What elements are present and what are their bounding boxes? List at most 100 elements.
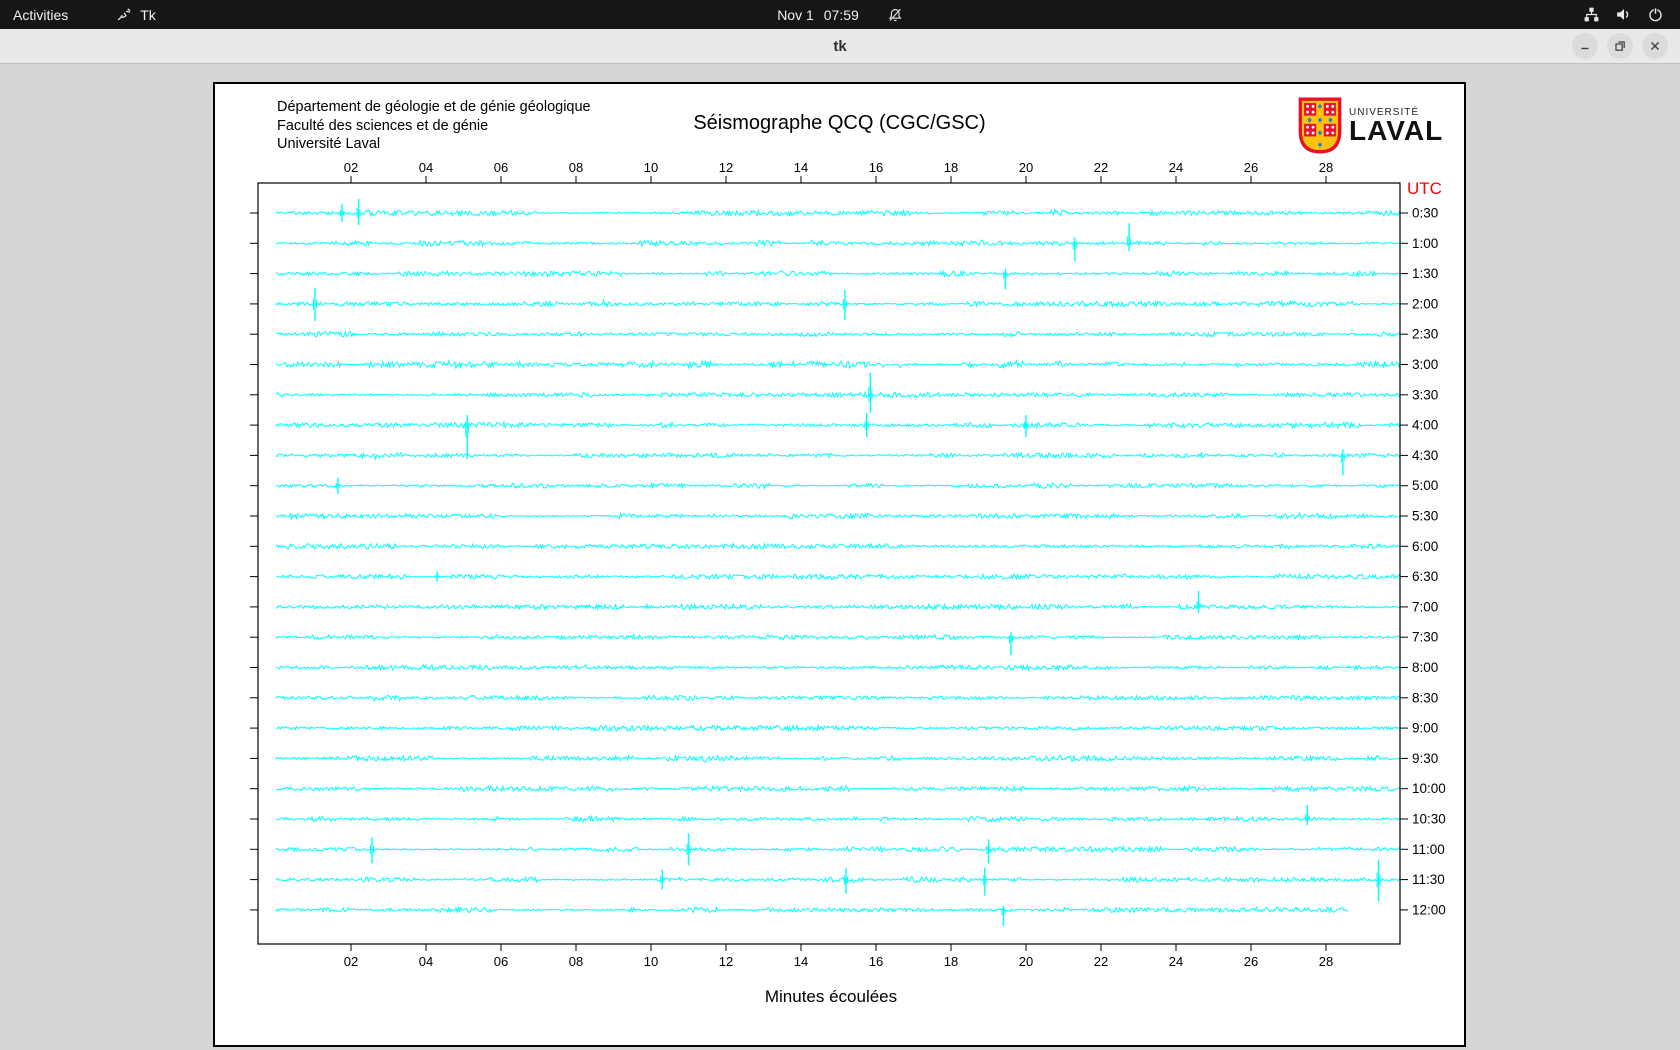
seismograph-canvas: Département de géologie et de génie géol… xyxy=(213,82,1466,1047)
trace-row-2:30 xyxy=(276,332,1400,337)
svg-text:10:30: 10:30 xyxy=(1412,812,1446,827)
svg-text:6:00: 6:00 xyxy=(1412,539,1438,554)
svg-text:06: 06 xyxy=(494,160,508,175)
svg-text:5:30: 5:30 xyxy=(1412,509,1438,524)
trace-row-8:30 xyxy=(276,695,1400,701)
svg-text:2:30: 2:30 xyxy=(1412,327,1438,342)
svg-text:04: 04 xyxy=(419,160,433,175)
trace-row-9:30 xyxy=(276,756,1400,763)
gnome-top-bar: Activities Tk Nov 1 07:59 xyxy=(0,0,1680,29)
close-button[interactable] xyxy=(1642,33,1668,59)
svg-text:11:30: 11:30 xyxy=(1412,872,1445,887)
trace-row-8:00 xyxy=(276,665,1400,670)
svg-text:9:00: 9:00 xyxy=(1412,721,1438,736)
svg-text:9:30: 9:30 xyxy=(1412,751,1438,766)
svg-text:12: 12 xyxy=(719,160,733,175)
helicorder-plot: 02 04 06 08 10 12 14 16 18 20 22 24 26 28 02 04 06 08 10 12… xyxy=(215,84,1464,1045)
trace-row-10:00 xyxy=(276,786,1400,791)
trace-row-4:30 xyxy=(276,449,1400,475)
trace-row-6:00 xyxy=(276,544,1400,549)
svg-text:28: 28 xyxy=(1319,160,1333,175)
svg-text:1:30: 1:30 xyxy=(1412,266,1438,281)
svg-text:18: 18 xyxy=(944,954,958,969)
svg-text:20: 20 xyxy=(1019,160,1033,175)
svg-text:22: 22 xyxy=(1094,160,1108,175)
x-axis-top: 02 04 06 08 10 12 14 16 18 20 22 24 26 28 xyxy=(344,160,1333,183)
trace-row-2:00 xyxy=(276,288,1400,321)
trace-row-10:30 xyxy=(276,805,1400,825)
trace-rows xyxy=(276,199,1400,926)
trace-row-0:30 xyxy=(276,199,1400,225)
window-titlebar[interactable]: tk xyxy=(0,29,1680,64)
svg-text:16: 16 xyxy=(869,160,883,175)
activities-button[interactable]: Activities xyxy=(0,0,81,29)
svg-text:0:30: 0:30 xyxy=(1412,206,1438,221)
svg-text:20: 20 xyxy=(1019,954,1033,969)
svg-text:24: 24 xyxy=(1169,160,1183,175)
svg-text:3:00: 3:00 xyxy=(1412,357,1438,372)
svg-text:22: 22 xyxy=(1094,954,1108,969)
trace-row-6:30 xyxy=(276,572,1400,582)
svg-text:02: 02 xyxy=(344,954,358,969)
trace-row-11:30 xyxy=(276,860,1400,902)
svg-text:7:00: 7:00 xyxy=(1412,599,1438,614)
svg-text:12:00: 12:00 xyxy=(1412,902,1446,917)
trace-row-1:30 xyxy=(276,269,1400,290)
trace-row-12:00 xyxy=(276,906,1348,926)
svg-text:8:00: 8:00 xyxy=(1412,660,1438,675)
svg-text:14: 14 xyxy=(794,954,808,969)
svg-text:3:30: 3:30 xyxy=(1412,387,1438,402)
clock-time: 07:59 xyxy=(824,7,859,23)
svg-text:7:30: 7:30 xyxy=(1412,630,1438,645)
maximize-button[interactable] xyxy=(1607,33,1633,59)
notifications-disabled-icon xyxy=(887,7,903,23)
svg-text:1:00: 1:00 xyxy=(1412,236,1438,251)
svg-text:10: 10 xyxy=(644,160,658,175)
svg-text:26: 26 xyxy=(1244,954,1258,969)
svg-text:04: 04 xyxy=(419,954,433,969)
trace-row-4:00 xyxy=(276,413,1400,459)
svg-text:08: 08 xyxy=(569,160,583,175)
tk-feather-icon xyxy=(117,7,132,22)
svg-text:4:00: 4:00 xyxy=(1412,418,1438,433)
x-axis-title: Minutes écoulées xyxy=(765,987,897,1006)
tk-app-menu[interactable]: Tk xyxy=(117,0,156,29)
trace-row-7:30 xyxy=(276,632,1400,655)
svg-text:18: 18 xyxy=(944,160,958,175)
svg-text:28: 28 xyxy=(1319,954,1333,969)
desktop-workspace: Département de géologie et de génie géol… xyxy=(0,64,1680,1050)
trace-row-7:00 xyxy=(276,591,1400,613)
time-axis-right: 0:30 1:00 1:30 2:00 2:30 3:00 3:30 4:00 4:30 5:00… xyxy=(250,206,1446,918)
svg-text:4:30: 4:30 xyxy=(1412,448,1438,463)
svg-text:14: 14 xyxy=(794,160,808,175)
trace-row-3:30 xyxy=(276,373,1400,413)
trace-row-11:00 xyxy=(276,833,1400,865)
utc-label: UTC xyxy=(1407,179,1442,198)
svg-text:06: 06 xyxy=(494,954,508,969)
svg-text:02: 02 xyxy=(344,160,358,175)
svg-text:12: 12 xyxy=(719,954,733,969)
minimize-button[interactable] xyxy=(1572,33,1598,59)
svg-text:24: 24 xyxy=(1169,954,1183,969)
network-wired-icon xyxy=(1583,6,1600,23)
trace-row-5:30 xyxy=(276,513,1400,519)
svg-text:5:00: 5:00 xyxy=(1412,478,1438,493)
system-status-area[interactable] xyxy=(1577,0,1670,29)
x-axis-bottom: 02 04 06 08 10 12 14 16 18 20 22 24 26 28 xyxy=(344,944,1333,969)
maximize-icon xyxy=(1613,39,1627,53)
clock-date: Nov 1 xyxy=(777,7,814,23)
svg-text:6:30: 6:30 xyxy=(1412,569,1438,584)
window-title: tk xyxy=(833,38,846,55)
svg-text:8:30: 8:30 xyxy=(1412,690,1438,705)
svg-text:2:00: 2:00 xyxy=(1412,296,1438,311)
svg-text:10:00: 10:00 xyxy=(1412,781,1446,796)
svg-text:10: 10 xyxy=(644,954,658,969)
svg-text:08: 08 xyxy=(569,954,583,969)
app-name-label: Tk xyxy=(140,7,156,23)
svg-text:16: 16 xyxy=(869,954,883,969)
svg-text:26: 26 xyxy=(1244,160,1258,175)
clock-button[interactable]: Nov 1 07:59 xyxy=(777,0,903,29)
trace-row-1:00 xyxy=(276,223,1400,261)
trace-row-5:00 xyxy=(276,478,1400,494)
volume-icon xyxy=(1615,6,1632,23)
